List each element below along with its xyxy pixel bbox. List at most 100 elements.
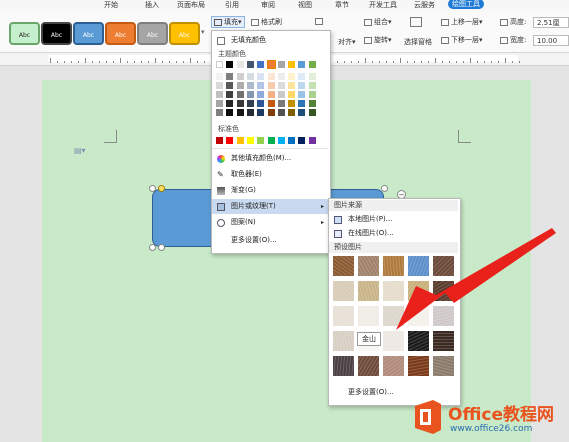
theme-color-swatch[interactable]	[257, 61, 265, 68]
preset-texture-swatch[interactable]	[383, 356, 404, 376]
theme-shade-swatch[interactable]	[236, 100, 244, 107]
preset-texture-swatch[interactable]	[408, 331, 429, 351]
preset-texture-swatch[interactable]	[358, 256, 379, 276]
preset-texture-swatch[interactable]	[408, 281, 429, 301]
preset-texture-swatch[interactable]	[383, 306, 404, 326]
theme-color-swatch[interactable]	[288, 61, 296, 68]
theme-color-swatch[interactable]	[226, 61, 234, 68]
tab-review[interactable]: 审阅	[261, 0, 275, 10]
theme-shade-swatch[interactable]	[236, 82, 244, 89]
theme-shade-swatch[interactable]	[257, 100, 265, 107]
theme-shade-swatch[interactable]	[277, 73, 285, 80]
shape-style-6[interactable]: Abc	[169, 22, 200, 45]
preset-texture-swatch[interactable]	[383, 331, 404, 351]
standard-color-swatch[interactable]	[226, 137, 234, 144]
format-brush-button[interactable]: 格式刷	[251, 17, 282, 27]
standard-color-swatch[interactable]	[298, 137, 306, 144]
preset-texture-swatch[interactable]	[333, 356, 354, 376]
preset-texture-swatch[interactable]	[408, 356, 429, 376]
theme-shade-swatch[interactable]	[216, 73, 223, 80]
theme-color-swatch[interactable]	[216, 61, 223, 68]
preset-texture-swatch[interactable]	[358, 356, 379, 376]
tab-developer[interactable]: 开发工具	[369, 0, 397, 10]
shape-style-2[interactable]: Abc	[41, 22, 72, 45]
tab-cloud[interactable]: 云服务	[414, 0, 435, 10]
preset-texture-swatch[interactable]	[333, 306, 354, 326]
standard-color-swatch[interactable]	[216, 137, 223, 144]
select-pane-icon-button[interactable]	[410, 17, 424, 27]
tab-drawing-tools[interactable]: 绘图工具	[448, 0, 484, 9]
resize-handle-top-right[interactable]	[381, 185, 388, 192]
theme-shade-swatch[interactable]	[257, 109, 265, 116]
preset-texture-swatch[interactable]	[408, 306, 429, 326]
theme-shade-swatch[interactable]	[277, 82, 285, 89]
theme-shade-swatch[interactable]	[246, 82, 254, 89]
theme-shade-swatch[interactable]	[246, 73, 254, 80]
standard-color-swatch[interactable]	[288, 137, 296, 144]
preset-texture-swatch[interactable]	[383, 256, 404, 276]
theme-shade-swatch[interactable]	[308, 109, 316, 116]
align-button[interactable]: 对齐▾	[338, 37, 356, 47]
theme-shade-swatch[interactable]	[226, 109, 234, 116]
more-settings-item[interactable]: 更多设置(O)...	[212, 233, 328, 248]
theme-shade-swatch[interactable]	[216, 82, 223, 89]
rotate-button[interactable]: 旋转▾	[364, 35, 392, 45]
theme-color-swatch[interactable]	[246, 61, 254, 68]
theme-shade-swatch[interactable]	[298, 100, 306, 107]
standard-color-swatch[interactable]	[246, 137, 254, 144]
eyedropper-item[interactable]: ✎ 取色器(E)	[212, 167, 328, 182]
theme-shade-swatch[interactable]	[226, 82, 234, 89]
theme-shade-swatch[interactable]	[288, 109, 296, 116]
tab-section[interactable]: 章节	[335, 0, 349, 10]
theme-shade-swatch[interactable]	[226, 73, 234, 80]
theme-color-swatch[interactable]	[308, 61, 316, 68]
theme-shade-swatch[interactable]	[246, 100, 254, 107]
theme-shade-swatch[interactable]	[298, 73, 306, 80]
preset-texture-swatch[interactable]	[433, 256, 454, 276]
theme-shade-swatch[interactable]	[288, 73, 296, 80]
theme-shade-swatch[interactable]	[277, 91, 285, 98]
theme-shade-swatch[interactable]	[267, 82, 275, 89]
send-backward-button[interactable]: 下移一层▾	[441, 35, 483, 45]
height-input[interactable]: 2.51厘	[533, 17, 569, 28]
select-pane-button[interactable]: 选择窗格	[404, 37, 432, 47]
theme-color-swatch[interactable]	[236, 61, 244, 68]
bring-forward-button[interactable]: 上移一层▾	[441, 17, 483, 27]
theme-shade-swatch[interactable]	[236, 73, 244, 80]
tab-view[interactable]: 视图	[298, 0, 312, 10]
theme-shade-swatch[interactable]	[257, 73, 265, 80]
shape-style-5[interactable]: Abc	[137, 22, 168, 45]
theme-shade-swatch[interactable]	[236, 109, 244, 116]
theme-shade-swatch[interactable]	[308, 82, 316, 89]
theme-shade-swatch[interactable]	[267, 73, 275, 80]
shape-style-3[interactable]: Abc	[73, 22, 104, 45]
theme-shade-swatch[interactable]	[298, 82, 306, 89]
theme-shade-swatch[interactable]	[298, 91, 306, 98]
pattern-item[interactable]: 图案(N) ▸	[212, 215, 328, 230]
align-icon-button[interactable]	[315, 17, 325, 25]
theme-shade-swatch[interactable]	[216, 91, 223, 98]
tab-insert[interactable]: 插入	[145, 0, 159, 10]
theme-color-swatch[interactable]	[277, 61, 285, 68]
preset-texture-swatch[interactable]	[408, 256, 429, 276]
tab-references[interactable]: 引用	[225, 0, 239, 10]
standard-color-swatch[interactable]	[267, 137, 275, 144]
no-fill-item[interactable]: 无填充颜色	[212, 33, 328, 48]
theme-shade-swatch[interactable]	[298, 109, 306, 116]
preset-texture-swatch[interactable]	[358, 281, 379, 301]
theme-color-swatch[interactable]	[298, 61, 306, 68]
theme-shade-swatch[interactable]	[288, 100, 296, 107]
theme-shade-swatch[interactable]	[267, 109, 275, 116]
theme-shade-swatch[interactable]	[277, 109, 285, 116]
theme-shade-swatch[interactable]	[308, 100, 316, 107]
tab-home[interactable]: 开始	[104, 0, 118, 10]
standard-color-swatch[interactable]	[257, 137, 265, 144]
theme-shade-swatch[interactable]	[308, 91, 316, 98]
shape-adjust-handle[interactable]	[158, 185, 165, 192]
theme-shade-swatch[interactable]	[226, 91, 234, 98]
theme-shade-swatch[interactable]	[257, 91, 265, 98]
preset-texture-swatch[interactable]	[433, 281, 454, 301]
styles-expand-icon[interactable]: ▾	[201, 28, 205, 36]
theme-shade-swatch[interactable]	[288, 91, 296, 98]
theme-shade-swatch[interactable]	[216, 100, 223, 107]
